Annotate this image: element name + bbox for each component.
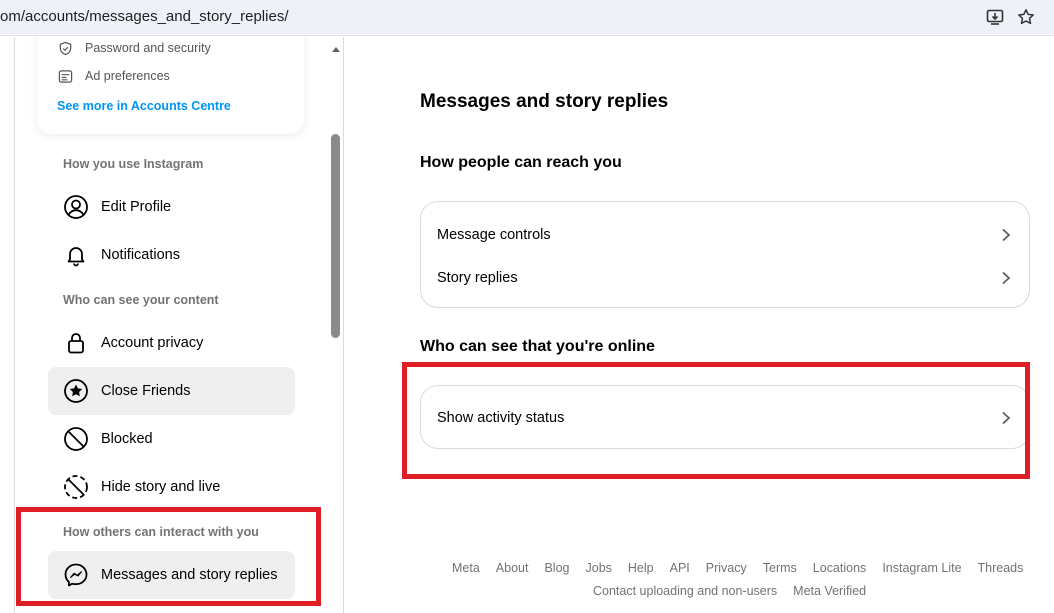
install-app-icon[interactable] [984, 6, 1006, 28]
star-circle-icon [63, 378, 89, 404]
scroll-up-arrow-icon[interactable] [330, 42, 342, 54]
ad-preferences-link[interactable]: Ad preferences [57, 68, 170, 84]
browser-toolbar: om/accounts/messages_and_story_replies/ [0, 0, 1054, 36]
sidebar-item-label: Blocked [101, 431, 153, 447]
footer-link-jobs[interactable]: Jobs [586, 561, 612, 575]
highlight-box-activity-status [402, 362, 1030, 479]
page-title: Messages and story replies [420, 91, 669, 112]
footer-links-row2: Contact uploading and non-users Meta Ver… [593, 584, 866, 598]
highlight-box-messages-section [16, 507, 321, 606]
address-bar[interactable]: om/accounts/messages_and_story_replies/ [0, 0, 1054, 34]
sidebar-item-close-friends[interactable]: Close Friends [48, 367, 295, 415]
sidebar-item-label: Close Friends [101, 383, 191, 399]
sidebar-item-label: Hide story and live [101, 479, 221, 495]
sidebar-item-hide-story[interactable]: Hide story and live [48, 463, 295, 511]
sidebar-item-edit-profile[interactable]: Edit Profile [48, 183, 295, 231]
footer-links: Meta About Blog Jobs Help API Privacy Te… [452, 561, 1023, 575]
footer-link-help[interactable]: Help [628, 561, 654, 575]
bell-icon [63, 242, 89, 268]
ad-preferences-icon [57, 68, 73, 84]
footer-link-meta[interactable]: Meta [452, 561, 480, 575]
sidebar-item-label: Edit Profile [101, 199, 172, 215]
ad-preferences-label: Ad preferences [85, 69, 170, 83]
section-who-can-see: Who can see your content [63, 293, 219, 307]
footer-link-privacy[interactable]: Privacy [706, 561, 747, 575]
sidebar-item-account-privacy[interactable]: Account privacy [48, 319, 295, 367]
chevron-right-icon [999, 271, 1013, 285]
lock-icon [63, 330, 89, 356]
sidebar-item-label: Notifications [101, 247, 180, 263]
story-replies-row[interactable]: Story replies [437, 266, 1013, 290]
see-more-accounts-centre-link[interactable]: See more in Accounts Centre [57, 99, 231, 113]
message-controls-label: Message controls [437, 227, 551, 243]
hide-story-icon [63, 474, 89, 500]
sidebar-item-blocked[interactable]: Blocked [48, 415, 295, 463]
story-replies-label: Story replies [437, 270, 518, 286]
sidebar-item-notifications[interactable]: Notifications [48, 231, 295, 279]
reach-settings-card: Message controls Story replies [420, 201, 1030, 308]
password-security-link[interactable]: Password and security [57, 40, 211, 56]
chevron-right-icon [999, 228, 1013, 242]
sidebar-scrollbar-thumb[interactable] [331, 134, 340, 338]
url-text[interactable]: om/accounts/messages_and_story_replies/ [0, 8, 289, 25]
footer-link-about[interactable]: About [496, 561, 529, 575]
footer-link-instagram-lite[interactable]: Instagram Lite [882, 561, 961, 575]
footer-link-threads[interactable]: Threads [978, 561, 1024, 575]
blocked-icon [63, 426, 89, 452]
footer-link-meta-verified[interactable]: Meta Verified [793, 584, 866, 598]
section-how-you-use: How you use Instagram [63, 157, 204, 171]
shield-check-icon [57, 40, 73, 56]
message-controls-row[interactable]: Message controls [437, 223, 1013, 247]
footer-link-locations[interactable]: Locations [813, 561, 867, 575]
footer-link-terms[interactable]: Terms [763, 561, 797, 575]
accounts-centre-card: Password and security Ad preferences See… [37, 37, 304, 134]
reach-heading: How people can reach you [420, 154, 622, 171]
profile-circle-icon [63, 194, 89, 220]
footer-link-api[interactable]: API [670, 561, 690, 575]
password-security-label: Password and security [85, 41, 211, 55]
sidebar-item-label: Account privacy [101, 335, 204, 351]
footer-link-blog[interactable]: Blog [544, 561, 569, 575]
footer-link-contact-uploading[interactable]: Contact uploading and non-users [593, 584, 777, 598]
bookmark-star-icon[interactable] [1015, 6, 1037, 28]
online-heading: Who can see that you're online [420, 338, 655, 355]
